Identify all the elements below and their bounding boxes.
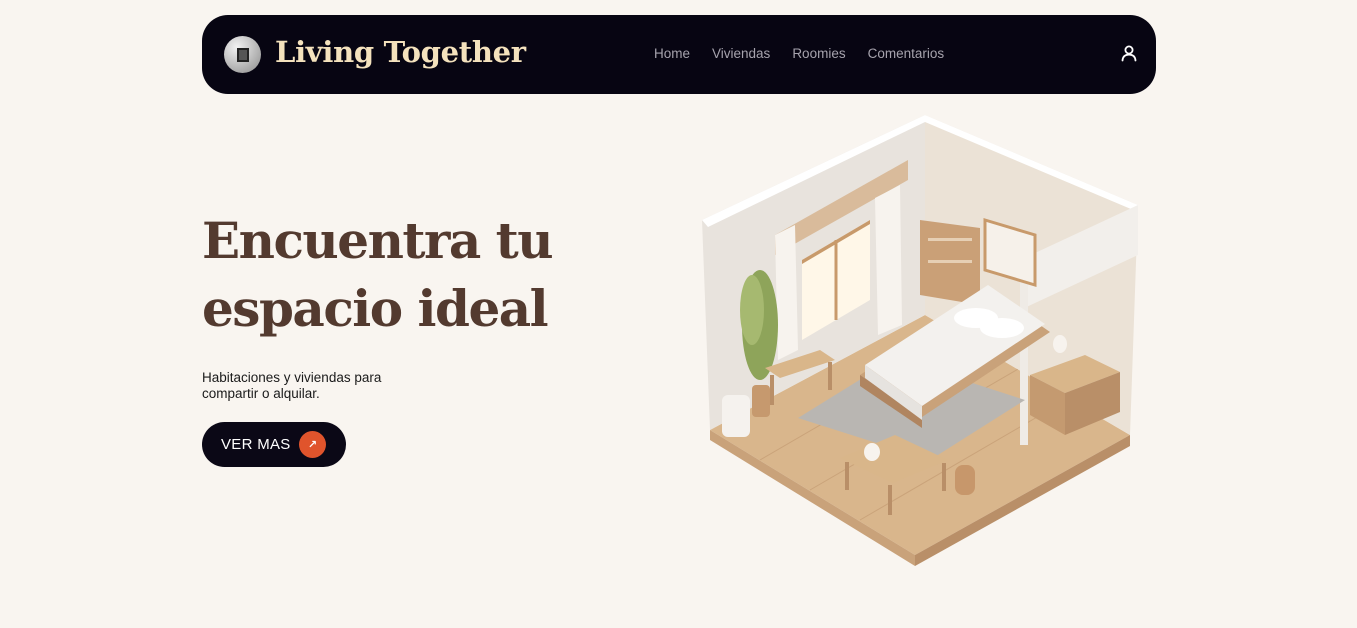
logo-glyph — [236, 47, 249, 62]
arrow-icon: ↗ — [299, 431, 326, 458]
ver-mas-button[interactable]: VER MAS ↗ — [202, 422, 346, 467]
navbar: Living Together Home Viviendas Roomies C… — [202, 15, 1156, 94]
nav-link-viviendas[interactable]: Viviendas — [712, 46, 770, 61]
nav-link-roomies[interactable]: Roomies — [792, 46, 845, 61]
hero-title-line1: Encuentra tu — [202, 211, 554, 270]
hero-subtitle: Habitaciones y viviendas para compartir … — [202, 370, 382, 401]
nav-links: Home Viviendas Roomies Comentarios — [654, 46, 966, 61]
hero-title-line2: espacio ideal — [202, 279, 549, 338]
nav-link-comentarios[interactable]: Comentarios — [868, 46, 945, 61]
user-icon[interactable] — [1120, 44, 1138, 62]
isometric-room-illustration — [702, 115, 1138, 566]
hero-title: Encuentra tu espacio ideal — [202, 207, 582, 343]
ver-mas-label: VER MAS — [221, 436, 291, 453]
nav-link-home[interactable]: Home — [654, 46, 690, 61]
brand-name[interactable]: Living Together — [275, 35, 526, 69]
logo-badge-icon[interactable] — [224, 36, 261, 73]
